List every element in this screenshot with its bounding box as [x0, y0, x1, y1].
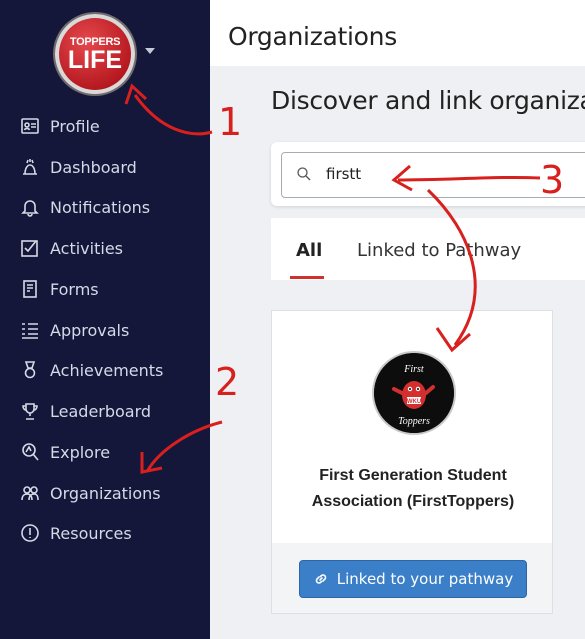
- annotation-number-3: 3: [540, 158, 565, 202]
- sidebar-item-organizations[interactable]: Organizations: [20, 480, 161, 506]
- sidebar-item-activities[interactable]: Activities: [20, 235, 123, 261]
- card-footer: Linked to your pathway: [272, 543, 552, 613]
- sidebar-item-leaderboard[interactable]: Leaderboard: [20, 398, 151, 424]
- top-header: Organizations: [210, 0, 585, 66]
- section-heading: Discover and link organiza: [271, 86, 585, 115]
- organization-card[interactable]: First WKU Toppers First Generation Stude…: [271, 310, 553, 614]
- list-check-icon: [20, 320, 40, 340]
- sidebar-item-label: Profile: [50, 116, 100, 136]
- dashboard-icon: [20, 157, 40, 177]
- button-label: Linked to your pathway: [336, 570, 514, 588]
- tabs-bar: All Linked to Pathway: [271, 218, 585, 280]
- sidebar-item-label: Achievements: [50, 360, 164, 380]
- account-menu[interactable]: TOPPERS LIFE: [55, 14, 135, 94]
- sidebar-item-label: Forms: [50, 279, 99, 299]
- sidebar-item-approvals[interactable]: Approvals: [20, 317, 129, 343]
- logo-line2: LIFE: [67, 46, 123, 74]
- logo-badge: WKU: [407, 399, 421, 405]
- sidebar-item-label: Explore: [50, 442, 111, 462]
- checkbox-icon: [20, 238, 40, 258]
- first-toppers-mascot-icon: First WKU Toppers: [374, 353, 454, 433]
- annotation-number-2: 2: [215, 360, 240, 404]
- sidebar-item-profile[interactable]: Profile: [20, 113, 100, 139]
- sidebar-item-explore[interactable]: Explore: [20, 439, 110, 465]
- bell-icon: [20, 197, 40, 217]
- sidebar-item-label: Organizations: [50, 483, 161, 503]
- info-icon: [20, 523, 40, 543]
- search-icon: [297, 167, 311, 181]
- org-logo: First WKU Toppers: [374, 353, 454, 433]
- explore-icon: [20, 442, 40, 462]
- sidebar-item-achievements[interactable]: Achievements: [20, 357, 163, 383]
- sidebar-item-label: Approvals: [50, 320, 130, 340]
- active-tab-indicator: [290, 276, 324, 279]
- logo-text-bottom: Toppers: [398, 416, 430, 427]
- page-title: Organizations: [228, 22, 397, 51]
- org-name-line1: First Generation Student: [319, 467, 507, 484]
- org-name: First Generation Student Association (Fi…: [272, 463, 554, 515]
- annotation-number-1: 1: [218, 100, 243, 144]
- sidebar-item-label: Leaderboard: [50, 401, 152, 421]
- sidebar-item-notifications[interactable]: Notifications: [20, 194, 150, 220]
- sidebar-item-resources[interactable]: Resources: [20, 520, 132, 546]
- link-icon: [315, 574, 327, 584]
- sidebar-item-dashboard[interactable]: Dashboard: [20, 154, 137, 180]
- profile-icon: [20, 116, 40, 136]
- logo-text-top: First: [403, 364, 424, 375]
- people-icon: [20, 483, 40, 503]
- trophy-icon: [20, 401, 40, 421]
- tab-all[interactable]: All: [296, 240, 322, 261]
- search-input[interactable]: [326, 164, 576, 184]
- sidebar: TOPPERS LIFE Profile Dashboard Notificat…: [0, 0, 210, 639]
- org-name-line2: Association (FirstToppers): [311, 493, 515, 510]
- sidebar-item-label: Notifications: [50, 197, 151, 217]
- chevron-down-icon[interactable]: [145, 48, 155, 54]
- tab-linked-to-pathway[interactable]: Linked to Pathway: [357, 240, 521, 261]
- sidebar-item-label: Resources: [50, 523, 132, 543]
- linked-to-pathway-button[interactable]: Linked to your pathway: [299, 560, 527, 598]
- sidebar-item-label: Activities: [50, 238, 123, 258]
- form-icon: [20, 279, 40, 299]
- search-card: [271, 142, 585, 206]
- medal-icon: [20, 360, 40, 380]
- sidebar-item-label: Dashboard: [50, 157, 137, 177]
- toppers-life-logo[interactable]: TOPPERS LIFE: [55, 14, 135, 94]
- sidebar-item-forms[interactable]: Forms: [20, 276, 99, 302]
